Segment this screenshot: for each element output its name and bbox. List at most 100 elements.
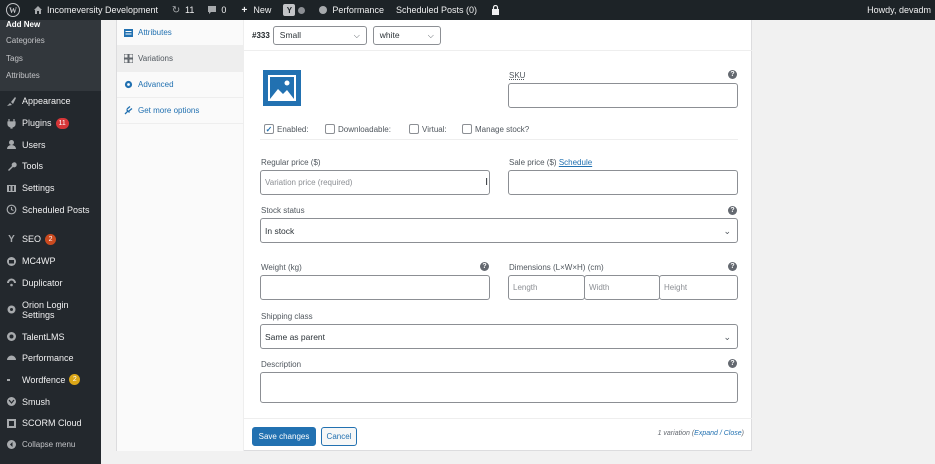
yoast-menu-button[interactable]: Y (277, 0, 311, 20)
save-changes-button[interactable]: Save changes (252, 427, 316, 446)
paren-close: ) (741, 430, 744, 437)
help-icon[interactable]: ? (728, 262, 737, 271)
height-input[interactable]: Height (659, 275, 738, 300)
divider (244, 418, 752, 419)
sidebar-item-seo[interactable]: Y SEO 2 (0, 229, 101, 251)
color-select-value: white (379, 30, 400, 40)
stock-status-select[interactable]: In stock ⌄ (260, 218, 738, 243)
help-icon[interactable]: ? (728, 70, 737, 79)
submenu-add-new[interactable]: Add New (0, 20, 101, 32)
sidebar-item-settings[interactable]: Settings (0, 177, 101, 199)
help-icon[interactable]: ? (728, 359, 737, 368)
empty-checkbox-icon (409, 124, 419, 134)
chevron-down-icon: ⌄ (723, 332, 731, 342)
sidebar-label: Duplicator (22, 277, 63, 288)
help-icon[interactable]: ? (480, 262, 489, 271)
sidebar-item-wordfence[interactable]: Wordfence 2 (0, 369, 101, 391)
chevron-down-icon: ⌵ (353, 30, 360, 40)
scheduled-posts-label: Scheduled Posts (0) (395, 5, 477, 15)
yoast-icon: Y (8, 233, 15, 245)
sale-price-input[interactable] (508, 170, 738, 195)
checkbox-label: Downloadable: (338, 124, 391, 134)
sidebar-item-orion-login-settings[interactable]: Orion Login Settings (0, 294, 101, 326)
updates-link[interactable]: ↻ 11 (164, 0, 200, 20)
submenu-tags[interactable]: Tags (0, 50, 101, 68)
size-select-value: Small (279, 30, 302, 40)
site-name-link[interactable]: Incomeversity Development (26, 0, 164, 20)
scheduled-posts-link[interactable]: Scheduled Posts (0) (390, 0, 483, 20)
attributes-icon (123, 28, 133, 37)
wordfence-icon (6, 374, 17, 385)
sidebar-item-plugins[interactable]: Plugins 11 (0, 112, 101, 134)
shipping-class-select[interactable]: Same as parent ⌄ (260, 324, 738, 349)
sku-input[interactable] (508, 83, 738, 108)
variation-form: #333 Small ⌵ white ⌵ SKU ? ✓ Enabled: Do… (244, 20, 752, 451)
variation-image-upload[interactable] (263, 70, 301, 106)
enabled-checkbox[interactable]: ✓ Enabled: (264, 124, 309, 134)
updates-count: 11 (185, 5, 195, 15)
tab-advanced[interactable]: Advanced (117, 72, 243, 98)
sidebar-item-smush[interactable]: Smush (0, 391, 101, 413)
comments-link[interactable]: 0 (200, 0, 232, 20)
tab-label: Advanced (138, 80, 174, 89)
virtual-checkbox[interactable]: Virtual: (409, 124, 447, 134)
sidebar-item-appearance[interactable]: Appearance (0, 91, 101, 113)
length-input[interactable]: Length (508, 275, 585, 300)
sidebar-item-scorm-cloud[interactable]: SCORM Cloud (0, 412, 101, 434)
plus-icon: + (241, 4, 248, 16)
sidebar-label: Settings (22, 183, 55, 194)
variation-header: #333 Small ⌵ white ⌵ (244, 20, 752, 51)
site-name: Incomeversity Development (47, 5, 159, 15)
empty-checkbox-icon (325, 124, 335, 134)
collapse-arrow-icon (6, 439, 17, 450)
sidebar-item-scheduled-posts[interactable]: Scheduled Posts (0, 199, 101, 221)
scorm-cloud-icon (6, 418, 17, 429)
variation-count-text: 1 variation ( (657, 430, 695, 437)
sale-price-label-text: Sale price ($) (509, 158, 557, 167)
downloadable-checkbox[interactable]: Downloadable: (325, 124, 391, 134)
product-data-panel: Attributes Variations Advanced Get more … (116, 20, 752, 451)
color-select[interactable]: white ⌵ (372, 25, 441, 45)
sidebar-item-users[interactable]: Users (0, 134, 101, 156)
clock-icon (6, 204, 17, 215)
sidebar-label: Orion Login Settings (22, 299, 69, 320)
manage-stock-checkbox[interactable]: Manage stock? (462, 124, 529, 134)
tab-variations[interactable]: Variations (117, 46, 243, 72)
smush-icon (6, 396, 17, 407)
sidebar-item-duplicator[interactable]: Duplicator (0, 272, 101, 294)
weight-input[interactable] (260, 275, 490, 300)
lock-button[interactable] (483, 0, 510, 20)
seo-status-dot-icon (298, 6, 306, 14)
regular-price-input[interactable]: Variation price (required) I (260, 170, 490, 195)
size-select[interactable]: Small ⌵ (272, 25, 367, 45)
empty-checkbox-icon (462, 124, 472, 134)
collapse-menu-button[interactable]: Collapse menu (0, 434, 101, 456)
product-data-tabs: Attributes Variations Advanced Get more … (117, 20, 244, 451)
sidebar-item-tools[interactable]: Tools (0, 156, 101, 178)
variation-count: 1 variation (Expand / Close) (658, 430, 744, 437)
weight-label: Weight (kg) (261, 263, 302, 272)
tab-get-more-options[interactable]: Get more options (117, 98, 243, 124)
description-textarea[interactable] (260, 372, 738, 403)
stock-status-value: In stock (265, 225, 295, 236)
cancel-button[interactable]: Cancel (321, 427, 357, 446)
schedule-link[interactable]: Schedule (559, 158, 592, 167)
my-account-link[interactable]: Howdy, devadm (867, 0, 935, 20)
width-input[interactable]: Width (584, 275, 660, 300)
close-link[interactable]: Close (724, 430, 742, 437)
wordpress-logo-button[interactable]: W (0, 0, 26, 20)
performance-link[interactable]: Performance (311, 0, 390, 20)
sidebar-item-mc4wp[interactable]: MC4WP (0, 250, 101, 272)
plug-icon (6, 118, 17, 129)
tab-attributes[interactable]: Attributes (117, 20, 243, 46)
new-content-link[interactable]: + New (232, 0, 277, 20)
help-icon[interactable]: ? (728, 206, 737, 215)
submenu-attributes[interactable]: Attributes (0, 67, 101, 85)
sidebar-item-talentlms[interactable]: TalentLMS (0, 326, 101, 348)
updates-icon: ↻ (171, 4, 181, 16)
performance-label: Performance (332, 5, 384, 15)
users-icon (6, 139, 17, 150)
sidebar-item-performance[interactable]: Performance (0, 347, 101, 369)
expand-link[interactable]: Expand (694, 430, 718, 437)
submenu-categories[interactable]: Categories (0, 32, 101, 50)
